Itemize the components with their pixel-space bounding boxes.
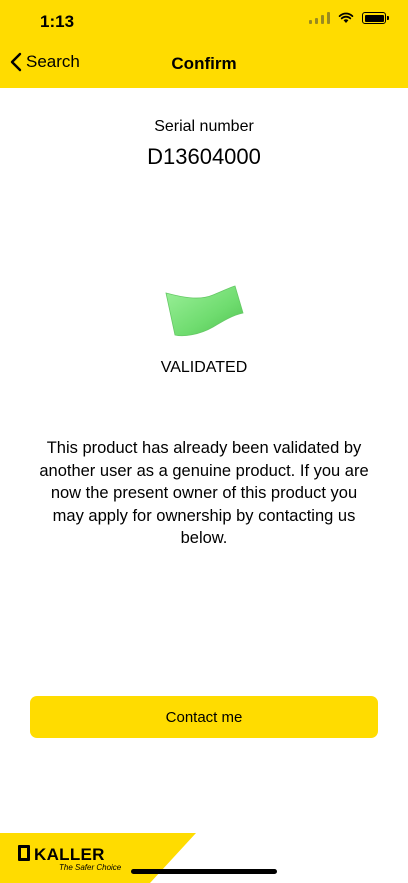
page-title: Confirm (171, 54, 237, 73)
brand-name: KALLER (34, 845, 105, 864)
cellular-signal-icon (309, 12, 330, 24)
contact-me-button[interactable]: Contact me (30, 696, 378, 738)
contact-me-label: Contact me (165, 708, 243, 726)
serial-number-value: D13604000 (147, 144, 261, 169)
home-indicator[interactable] (131, 869, 277, 874)
brand-tagline: The Safer Choice (59, 863, 122, 872)
validated-flag-icon (165, 285, 244, 337)
serial-number-label: Serial number (154, 118, 254, 135)
validation-status: VALIDATED (160, 359, 248, 376)
status-icons (309, 12, 389, 24)
battery-icon (362, 12, 389, 24)
validation-message: This product has already been validated … (39, 439, 369, 547)
wifi-icon (338, 12, 354, 23)
status-time: 1:13 (40, 12, 75, 31)
